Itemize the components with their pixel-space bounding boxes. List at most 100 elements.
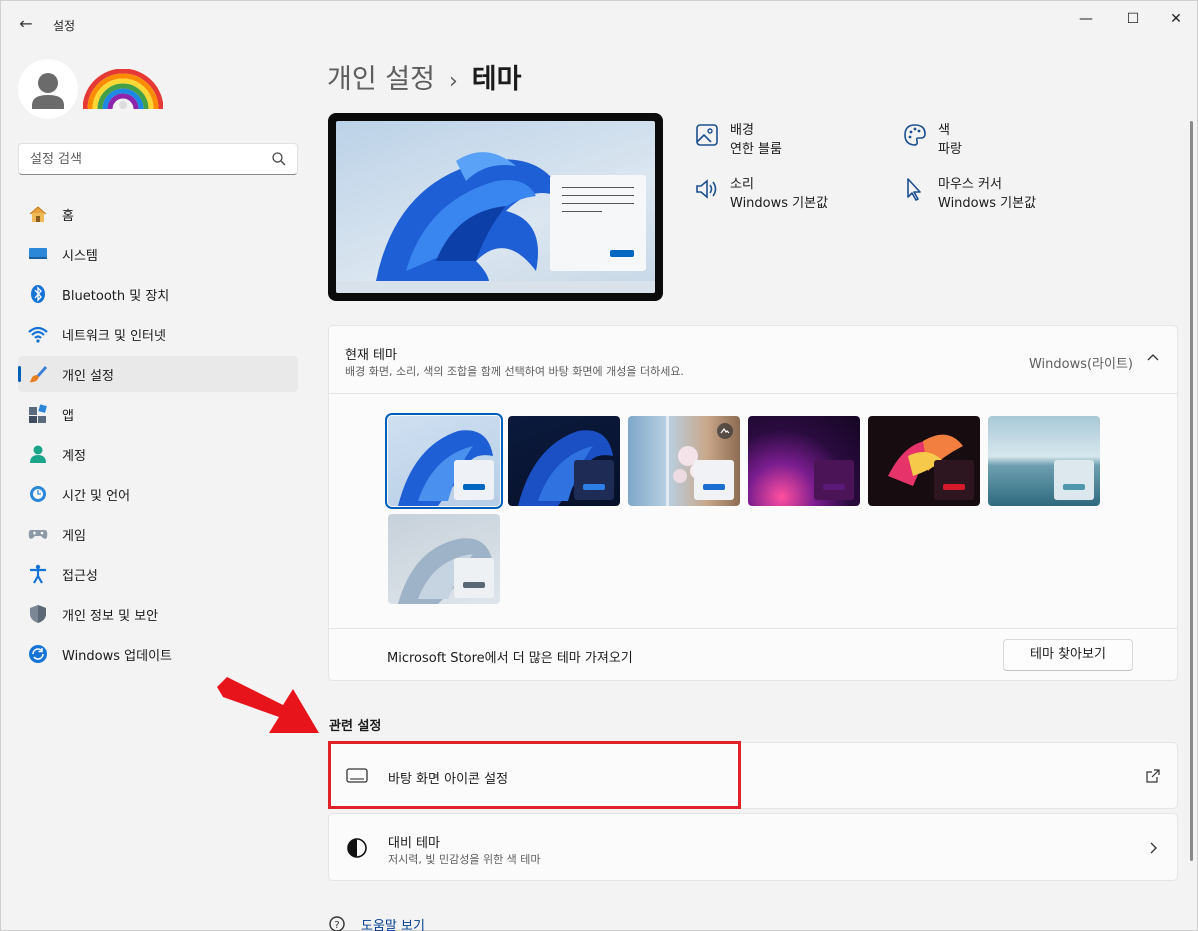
theme-thumb-captured-motion[interactable] [868,416,980,506]
preview-taskbar [336,281,655,293]
thumb-accent [703,484,725,490]
search-input[interactable] [19,144,259,174]
sidebar-item-label: Bluetooth 및 장치 [62,288,170,304]
page-title: 테마 [471,64,522,95]
theme-thumb-flow[interactable] [988,416,1100,506]
preview-screen [336,121,655,293]
related-settings-title: 관련 설정 [329,719,382,734]
thumb-accent [463,582,485,588]
sidebar-item-label: 시간 및 언어 [62,488,131,504]
spotlight-icon [717,423,733,439]
current-theme-subtitle: 배경 화면, 소리, 색의 조합을 함께 선택하여 바탕 화면에 개성을 더하세… [345,365,684,378]
thumb-accent [943,484,965,490]
svg-text:?: ? [334,920,339,931]
current-theme-header[interactable]: 현재 테마 배경 화면, 소리, 색의 조합을 함께 선택하여 바탕 화면에 개… [329,326,1177,394]
sidebar-item-label: 접근성 [62,568,98,584]
sidebar-item-label: 네트워크 및 인터넷 [62,328,166,344]
minimize-button[interactable]: — [1064,5,1108,33]
background-setting[interactable]: 배경 연한 블룸 [694,121,782,159]
sound-value: Windows 기본값 [730,196,829,211]
sidebar-item-accessibility[interactable]: 접근성 [18,556,298,592]
store-row: Microsoft Store에서 더 많은 테마 가져오기 테마 찾아보기 [329,628,1177,680]
preview-line [562,195,634,196]
sidebar-item-gaming[interactable]: 게임 [18,516,298,552]
help-link-row[interactable]: ? 도움말 보기 [329,915,425,931]
sidebar-item-bluetooth[interactable]: Bluetooth 및 장치 [18,276,298,312]
rainbow-logo [83,69,163,110]
gamepad-icon [28,530,48,539]
cursor-value: Windows 기본값 [938,196,1037,211]
help-icon: ? [329,915,345,931]
browse-themes-button[interactable]: 테마 찾아보기 [1003,639,1133,671]
sidebar-item-personalization[interactable]: 개인 설정 [18,356,298,392]
contrast-themes-row[interactable]: 대비 테마 저시력, 빛 민감성을 위한 색 테마 [328,813,1178,881]
update-icon [29,645,47,663]
title-bar: ← 설정 — ☐ ✕ [1,1,1197,49]
current-theme-card: 현재 테마 배경 화면, 소리, 색의 조합을 함께 선택하여 바탕 화면에 개… [328,325,1178,681]
bluetooth-icon [31,285,45,303]
theme-thumb-glow[interactable] [748,416,860,506]
back-button[interactable]: ← [15,13,37,35]
wifi-icon [28,326,48,343]
background-value: 연한 블룸 [730,142,782,157]
color-value: 파랑 [938,142,962,157]
thumb-window [814,460,854,500]
sidebar-item-network[interactable]: 네트워크 및 인터넷 [18,316,298,352]
sidebar-item-accounts[interactable]: 계정 [18,436,298,472]
theme-thumb-spotlight[interactable] [628,416,740,506]
sidebar-item-privacy[interactable]: 개인 정보 및 보안 [18,596,298,632]
cursor-setting[interactable]: 마우스 커서 Windows 기본값 [902,175,1036,213]
image-icon [696,124,718,146]
sidebar-item-system[interactable]: 시스템 [18,236,298,272]
home-icon [29,206,47,222]
color-label: 색 [938,123,950,138]
search-box[interactable] [18,143,298,175]
chevron-up-icon[interactable] [1145,350,1161,366]
thumb-window [454,558,494,598]
preview-line [562,203,634,204]
preview-window [550,175,646,271]
color-setting[interactable]: 색 파랑 [902,121,962,159]
preview-button [610,250,634,257]
sidebar-item-label: 개인 정보 및 보안 [62,608,159,624]
theme-thumb-windows-light[interactable] [385,413,503,509]
thumb-accent [823,484,845,490]
thumb-accent [1063,484,1085,490]
maximize-button[interactable]: ☐ [1111,5,1155,33]
thumb-accent [583,484,605,490]
scrollbar[interactable] [1190,121,1193,861]
accessibility-icon [30,564,46,584]
current-theme-title: 현재 테마 [345,348,397,363]
close-button[interactable]: ✕ [1154,5,1198,33]
sidebar-item-time-language[interactable]: 시간 및 언어 [18,476,298,512]
theme-thumb-sunrise[interactable] [388,514,500,604]
sidebar-item-label: 계정 [62,448,86,464]
thumb-window [1054,460,1094,500]
theme-thumb-windows-dark[interactable] [508,416,620,506]
sidebar-item-label: 시스템 [62,248,98,264]
sidebar-item-windows-update[interactable]: Windows 업데이트 [18,636,298,672]
breadcrumb-parent[interactable]: 개인 설정 [327,64,435,95]
highlight-box [328,741,741,809]
sound-label: 소리 [730,177,754,192]
person-icon [32,73,64,109]
theme-preview [328,113,663,301]
sidebar-item-home[interactable]: 홈 [18,196,298,232]
external-link-icon [1146,769,1160,783]
thumb-accent [463,484,485,490]
sidebar-item-apps[interactable]: 앱 [18,396,298,432]
background-label: 배경 [730,123,754,138]
store-label: Microsoft Store에서 더 많은 테마 가져오기 [387,651,633,666]
palette-icon [904,124,926,146]
help-link[interactable]: 도움말 보기 [361,915,425,931]
contrast-themes-subtitle: 저시력, 빛 민감성을 위한 색 테마 [388,853,541,866]
contrast-icon [347,838,367,858]
cursor-label: 마우스 커서 [938,177,1002,192]
sidebar-item-label: 게임 [62,528,86,544]
avatar[interactable] [18,59,78,119]
breadcrumb: 개인 설정 › 테마 [327,57,521,96]
apps-icon [29,404,47,423]
sound-setting[interactable]: 소리 Windows 기본값 [694,175,828,213]
sidebar-item-label: 홈 [62,208,74,224]
search-icon[interactable] [271,151,287,167]
